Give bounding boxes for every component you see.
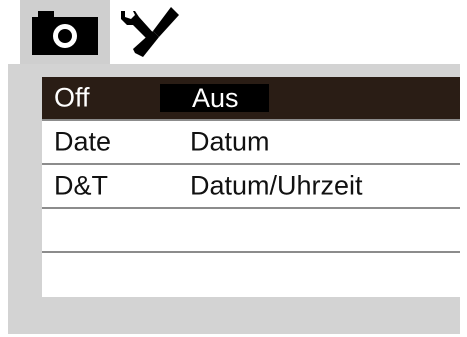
tab-camera[interactable] <box>20 0 110 64</box>
menu-item-value: Datum <box>190 126 270 157</box>
settings-panel: Off Aus Date Datum D&T Datum/Uhrzeit <box>8 64 460 334</box>
wrench-screwdriver-icon <box>121 7 179 57</box>
tab-tools[interactable] <box>110 0 190 64</box>
menu-item-off[interactable]: Off Aus <box>42 77 460 121</box>
settings-menu: Off Aus Date Datum D&T Datum/Uhrzeit <box>42 77 460 297</box>
camera-icon <box>32 11 98 55</box>
menu-item-key: D&T <box>54 170 108 201</box>
menu-item-date[interactable]: Date Datum <box>42 121 460 165</box>
menu-item-date-time[interactable]: D&T Datum/Uhrzeit <box>42 165 460 209</box>
menu-item-empty-2 <box>42 253 460 297</box>
menu-item-key: Off <box>54 82 90 113</box>
menu-item-value: Datum/Uhrzeit <box>190 170 363 201</box>
menu-item-key: Date <box>54 126 112 157</box>
menu-item-value: Aus <box>160 84 269 112</box>
menu-item-empty-1 <box>42 209 460 253</box>
